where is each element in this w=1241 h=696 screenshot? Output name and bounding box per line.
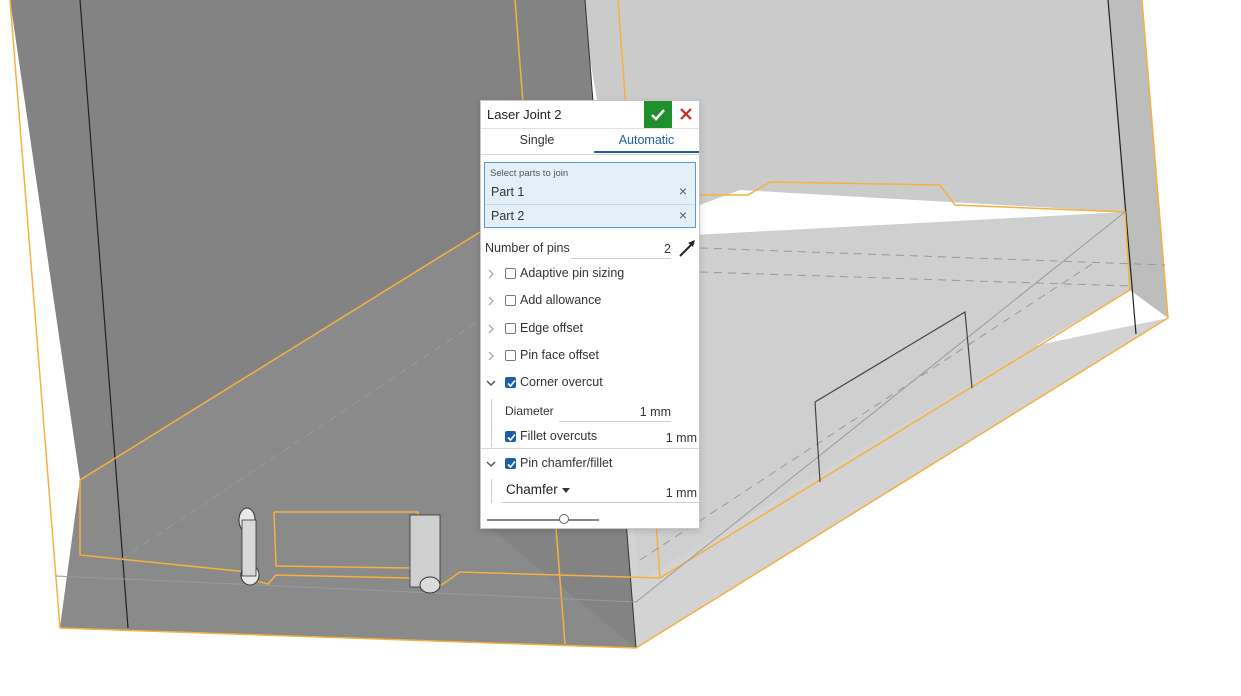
edge-offset-checkbox[interactable] bbox=[505, 323, 516, 334]
chevron-right-icon[interactable] bbox=[486, 269, 496, 279]
option-label: Adaptive pin sizing bbox=[520, 266, 625, 280]
selected-part-1[interactable]: Part 1 × bbox=[485, 182, 695, 204]
checkmark-icon bbox=[651, 109, 665, 121]
dialog-header: Laser Joint 2 bbox=[481, 101, 699, 129]
laser-joint-dialog: Laser Joint 2 Single Automatic Select pa… bbox=[480, 100, 700, 529]
arrow-pointer-icon[interactable] bbox=[677, 239, 697, 259]
tab-single[interactable]: Single bbox=[481, 128, 593, 153]
chamfer-value-input[interactable]: 1 mm bbox=[631, 484, 697, 502]
option-add-allowance[interactable]: Add allowance bbox=[481, 291, 699, 313]
check-icon bbox=[507, 433, 516, 442]
mode-tabs: Single Automatic bbox=[481, 128, 699, 155]
option-label: Pin face offset bbox=[520, 348, 599, 362]
part-label: Part 2 bbox=[491, 209, 525, 223]
divider bbox=[485, 204, 695, 205]
remove-part-2-button[interactable]: × bbox=[679, 207, 687, 223]
fillet-overcuts-checkbox[interactable] bbox=[505, 431, 516, 442]
pin-chamfer-fillet-checkbox[interactable] bbox=[505, 458, 516, 469]
corner-overcut-checkbox[interactable] bbox=[505, 377, 516, 388]
remove-part-1-button[interactable]: × bbox=[679, 183, 687, 199]
chamfer-type-dropdown[interactable]: Chamfer bbox=[506, 482, 570, 497]
option-label: Edge offset bbox=[520, 321, 584, 335]
selected-part-2[interactable]: Part 2 × bbox=[485, 206, 695, 228]
divider bbox=[501, 502, 699, 503]
chamfer-slider-track[interactable] bbox=[487, 519, 599, 521]
pin-face-offset-checkbox[interactable] bbox=[505, 350, 516, 361]
caret-down-icon bbox=[561, 487, 570, 493]
fillet-overcuts-row: Fillet overcuts 1 mm bbox=[481, 427, 699, 449]
diameter-input[interactable]: 1 mm bbox=[559, 403, 671, 422]
dialog-title: Laser Joint 2 bbox=[487, 107, 562, 122]
fillet-overcuts-label: Fillet overcuts bbox=[520, 429, 598, 443]
diameter-row: Diameter 1 mm bbox=[481, 402, 699, 424]
pins-label: Number of pins bbox=[485, 241, 570, 255]
group-indent-line bbox=[491, 479, 492, 503]
close-icon bbox=[680, 108, 692, 120]
chevron-right-icon[interactable] bbox=[486, 296, 496, 306]
accept-button[interactable] bbox=[644, 101, 672, 128]
option-adaptive-pin-sizing[interactable]: Adaptive pin sizing bbox=[481, 264, 699, 286]
number-of-pins-row: Number of pins 2 bbox=[481, 239, 699, 261]
parts-selection-box[interactable]: Select parts to join Part 1 × Part 2 × bbox=[484, 162, 696, 228]
cancel-button[interactable] bbox=[674, 101, 699, 128]
chevron-right-icon[interactable] bbox=[486, 324, 496, 334]
option-corner-overcut[interactable]: Corner overcut bbox=[481, 373, 699, 395]
part-label: Part 1 bbox=[491, 185, 525, 199]
option-pin-face-offset[interactable]: Pin face offset bbox=[481, 346, 699, 368]
selection-caption: Select parts to join bbox=[490, 168, 569, 179]
chevron-down-icon[interactable] bbox=[486, 378, 496, 388]
option-pin-chamfer-fillet[interactable]: Pin chamfer/fillet bbox=[481, 454, 699, 476]
adaptive-pin-sizing-checkbox[interactable] bbox=[505, 268, 516, 279]
chevron-down-icon[interactable] bbox=[486, 459, 496, 469]
check-icon bbox=[507, 379, 516, 388]
option-label: Pin chamfer/fillet bbox=[520, 456, 613, 470]
add-allowance-checkbox[interactable] bbox=[505, 295, 516, 306]
divider bbox=[481, 448, 699, 449]
option-label: Add allowance bbox=[520, 293, 602, 307]
option-edge-offset[interactable]: Edge offset bbox=[481, 319, 699, 341]
pins-input[interactable]: 2 bbox=[571, 240, 671, 259]
tab-automatic[interactable]: Automatic bbox=[594, 128, 699, 153]
chamfer-type-value: Chamfer bbox=[506, 482, 558, 497]
fillet-overcuts-input[interactable]: 1 mm bbox=[631, 429, 697, 447]
chevron-right-icon[interactable] bbox=[486, 351, 496, 361]
diameter-label: Diameter bbox=[505, 404, 554, 418]
chamfer-slider-thumb[interactable] bbox=[559, 514, 569, 524]
check-icon bbox=[507, 460, 516, 469]
option-label: Corner overcut bbox=[520, 375, 603, 389]
